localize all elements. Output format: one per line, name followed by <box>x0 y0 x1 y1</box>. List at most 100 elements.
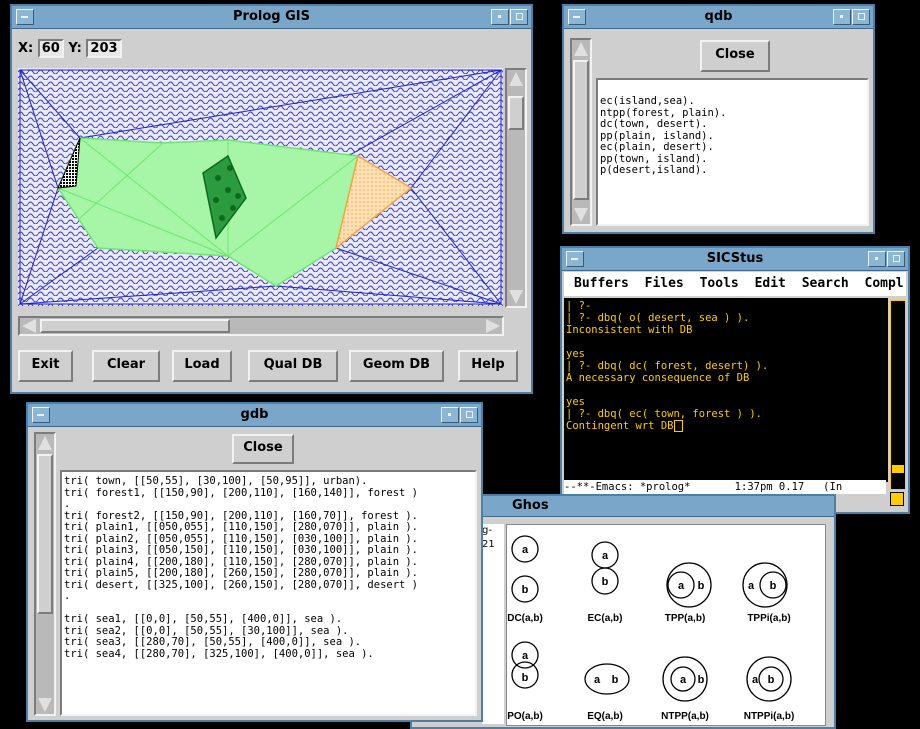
prolog-output-line: | ?- dbq( ec( town, forest ) ). <box>566 408 762 420</box>
map-drawing <box>18 68 503 306</box>
prolog-buffer[interactable]: | ?- | ?- dbq( o( desert, sea ) ). Inconsi… <box>564 298 888 482</box>
scroll-left-arrow[interactable] <box>22 319 36 333</box>
gdb-scroll-thumb[interactable] <box>37 454 53 614</box>
scroll-right-arrow[interactable] <box>486 319 500 333</box>
gdb-fact-line: . <box>64 498 71 510</box>
gis-title: Prolog GIS <box>233 9 310 24</box>
maximize-button[interactable] <box>887 251 905 267</box>
maximize-button[interactable] <box>460 407 478 423</box>
gdb-fact-line: tri( sea3, [[280,70], [50,55], [400,0]],… <box>64 636 362 648</box>
relation-label: EC(a,b) <box>588 613 623 624</box>
qual-db-button[interactable]: Qual DB <box>248 350 338 382</box>
relation-label: TPPi(a,b) <box>747 613 790 624</box>
prolog-output-line: A necessary consequence of DB <box>566 372 750 384</box>
ghostview-left-strip: g- 21 <box>482 524 504 724</box>
qdb-fact-line: dc(town, desert). <box>600 118 708 130</box>
geom-db-button[interactable]: Geom DB <box>349 350 444 382</box>
clear-button[interactable]: Clear <box>92 350 160 382</box>
region-b-label: b <box>768 674 775 686</box>
gdb-fact-line: tri( plain5, [[200,180], [260,150], [280… <box>64 567 419 579</box>
gdb-fact-line: tri( sea4, [[280,70], [325,100], [400,0]… <box>64 647 374 660</box>
emacs-corner-box <box>890 492 904 506</box>
region-b-label: b <box>602 576 609 588</box>
gdb-close-button[interactable]: Close <box>232 434 294 464</box>
map-canvas[interactable] <box>18 68 503 306</box>
gdb-window: gdb Close tri( town, [[50,55], [30,100],… <box>26 402 483 722</box>
region-b-label: b <box>522 584 529 596</box>
prolog-output-line: | ?- dbq( o( desert, sea ) ). <box>566 312 750 324</box>
qdb-close-button[interactable]: Close <box>700 40 770 72</box>
emacs-menu-bar: Buffers Files Tools Edit Search Compl <box>564 272 906 296</box>
qdb-window: qdb Close ec(island,sea). ntpp(forest, pl… <box>562 4 875 234</box>
map-v-scroll-thumb[interactable] <box>508 96 524 130</box>
emacs-scroll-thumb[interactable] <box>892 465 904 473</box>
menu-buffers[interactable]: Buffers <box>574 276 629 291</box>
load-button[interactable]: Load <box>172 350 232 382</box>
scroll-up-arrow[interactable] <box>509 72 523 86</box>
menu-edit[interactable]: Edit <box>755 276 786 291</box>
exit-button[interactable]: Exit <box>18 350 73 382</box>
x-value: 60 <box>37 39 64 58</box>
region-b-label: b <box>698 580 705 592</box>
sicstus-window: SICStus Buffers Files Tools Edit Search … <box>560 246 910 514</box>
qdb-text-area[interactable]: ec(island,sea). ntpp(forest, plain). dc(to… <box>596 78 869 226</box>
qdb-fact-line: ec(island,sea). <box>600 95 695 107</box>
gdb-fact-line: tri( sea1, [[0,0], [50,55], [400,0]], se… <box>64 613 343 625</box>
minimize-button[interactable] <box>833 9 851 25</box>
region-a-label: a <box>594 674 601 686</box>
emacs-mode-line: --**-Emacs: *prolog* 1:37pm 0.17 (In <box>564 480 886 494</box>
rcc8-diagram: a b a b a b a b a b a b a b a b DC(a,b) EC(a,b) TPP(a,b) TP… <box>506 524 826 726</box>
prolog-output-line: yes <box>566 348 585 360</box>
menu-tools[interactable]: Tools <box>700 276 739 291</box>
help-button[interactable]: Help <box>458 350 518 382</box>
region-b-label: b <box>698 674 705 686</box>
gdb-fact-line: . <box>64 590 71 602</box>
y-value: 203 <box>86 39 122 58</box>
map-vertical-scrollbar[interactable] <box>505 68 527 308</box>
relation-label: NTPP(a,b) <box>661 711 709 722</box>
region-a-label: a <box>522 650 529 662</box>
region-a-label: a <box>678 580 685 592</box>
scroll-down-arrow[interactable] <box>574 208 588 222</box>
scroll-down-arrow[interactable] <box>509 290 523 304</box>
gdb-text-area[interactable]: tri( town, [[50,55], [30,100], [50,95]],… <box>60 470 477 716</box>
relation-label: EQ(a,b) <box>587 711 623 722</box>
qdb-title: qdb <box>704 9 733 24</box>
minimize-button[interactable] <box>868 251 886 267</box>
prolog-output-line: | ?- <box>566 300 592 312</box>
gdb-scrollbar[interactable] <box>34 432 56 716</box>
sicstus-title-bar[interactable]: SICStus <box>562 248 908 271</box>
qdb-title-bar[interactable]: qdb <box>564 6 873 29</box>
minimize-button[interactable] <box>441 407 459 423</box>
equal-regions-ellipse <box>584 663 630 695</box>
minimize-button[interactable] <box>491 9 509 25</box>
region-b-label: b <box>612 674 619 686</box>
relation-label: PO(a,b) <box>507 711 543 722</box>
maximize-button[interactable] <box>510 9 528 25</box>
prolog-output-line: Contingent wrt DB <box>566 420 888 432</box>
menu-files[interactable]: Files <box>645 276 684 291</box>
scroll-up-arrow[interactable] <box>38 436 52 450</box>
qdb-scroll-thumb[interactable] <box>573 60 589 200</box>
relation-label: TPP(a,b) <box>665 613 706 624</box>
map-horizontal-scrollbar[interactable] <box>18 316 504 336</box>
relation-label: NTPPi(a,b) <box>744 711 795 722</box>
sicstus-title: SICStus <box>706 251 764 266</box>
scroll-down-arrow[interactable] <box>38 698 52 712</box>
maximize-button[interactable] <box>852 9 870 25</box>
qdb-fact-line: ec(plain, desert). <box>600 141 714 153</box>
qdb-scrollbar[interactable] <box>570 38 592 226</box>
gis-title-bar[interactable]: Prolog GIS <box>12 6 531 29</box>
menu-complete[interactable]: Compl <box>865 276 904 291</box>
region-a-label: a <box>522 544 529 556</box>
scroll-up-arrow[interactable] <box>574 42 588 56</box>
gdb-title-bar[interactable]: gdb <box>28 404 481 427</box>
text-cursor <box>674 420 684 432</box>
gdb-fact-line: tri( plain3, [[050,150], [110,150], [030… <box>64 544 419 556</box>
gdb-fact-line: tri( desert, [[325,100], [260,150], [280… <box>64 578 419 591</box>
emacs-scrollbar[interactable] <box>890 300 906 490</box>
menu-search[interactable]: Search <box>802 276 849 291</box>
map-h-scroll-thumb[interactable] <box>40 319 230 333</box>
prolog-gis-window: Prolog GIS X: 60 Y: 203 Exit Clear Load … <box>10 4 533 394</box>
prolog-output-line <box>566 336 888 348</box>
